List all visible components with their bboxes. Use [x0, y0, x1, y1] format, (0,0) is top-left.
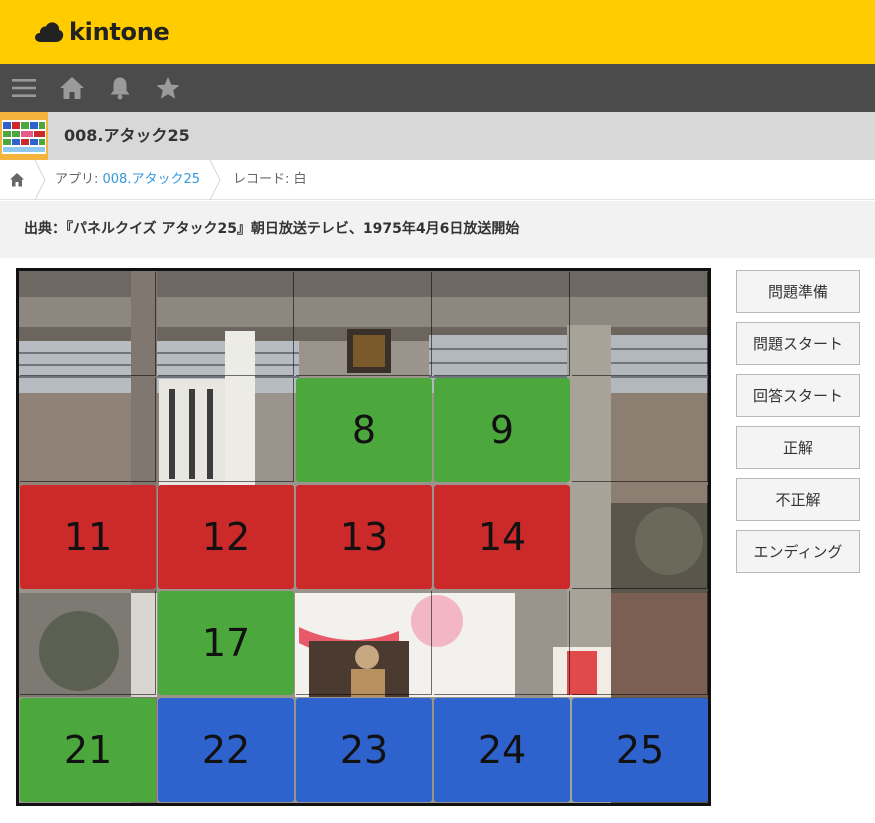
panel-number: 11 [63, 514, 113, 559]
kintone-header: kintone [0, 0, 875, 64]
breadcrumb-app-link[interactable]: 008.アタック25 [103, 172, 201, 187]
menu-icon[interactable] [11, 76, 37, 100]
board-cell-15-open[interactable] [572, 484, 708, 589]
attack25-board: 8 9 11 12 13 14 17 21 22 23 24 25 [16, 268, 711, 806]
board-panel-24[interactable]: 24 [434, 697, 570, 802]
breadcrumb-separator-icon [34, 160, 46, 200]
home-icon[interactable] [59, 76, 85, 100]
panel-number: 24 [477, 727, 527, 772]
app-icon[interactable] [0, 112, 48, 160]
logo-text: kintone [69, 18, 170, 46]
board-cell-19-open[interactable] [434, 591, 570, 696]
cloud-logo-icon [35, 22, 64, 42]
panel-number: 8 [351, 408, 377, 453]
panel-number: 12 [201, 514, 251, 559]
source-text: 出典：『パネルクイズ アタック25』朝日放送テレビ、1975年4月6日放送開始 [24, 221, 520, 237]
prepare-question-button[interactable]: 問題準備 [736, 270, 860, 313]
board-panel-12[interactable]: 12 [158, 484, 294, 589]
panel-number: 9 [489, 408, 515, 453]
board-panel-22[interactable]: 22 [158, 697, 294, 802]
board-cell-10-open[interactable] [572, 378, 708, 483]
kintone-logo[interactable]: kintone [34, 17, 170, 47]
board-cell-6-open[interactable] [20, 378, 156, 483]
panel-number: 23 [339, 727, 389, 772]
breadcrumb-app-label: アプリ: [55, 172, 103, 187]
board-panel-8[interactable]: 8 [296, 378, 432, 483]
board-panel-17[interactable]: 17 [158, 591, 294, 696]
panel-number: 21 [63, 727, 113, 772]
panel-number: 14 [477, 514, 527, 559]
panel-number: 22 [201, 727, 251, 772]
board-panel-23[interactable]: 23 [296, 697, 432, 802]
board-cell-2-open[interactable] [158, 272, 294, 376]
start-answer-button[interactable]: 回答スタート [736, 374, 860, 417]
breadcrumb-record: レコード: 白 [233, 172, 307, 187]
board-panel-25[interactable]: 25 [572, 697, 708, 802]
board-panel-21[interactable]: 21 [20, 697, 156, 802]
incorrect-button[interactable]: 不正解 [736, 478, 860, 521]
panel-number: 13 [339, 514, 389, 559]
board-cell-1-open[interactable] [20, 272, 156, 376]
star-icon[interactable] [155, 76, 181, 100]
board-cell-5-open[interactable] [572, 272, 708, 376]
app-title: 008.アタック25 [64, 126, 190, 145]
breadcrumb-app: アプリ: 008.アタック25 [55, 160, 200, 200]
board-cell-18-open[interactable] [296, 591, 432, 696]
source-bar: 出典：『パネルクイズ アタック25』朝日放送テレビ、1975年4月6日放送開始 [0, 201, 875, 258]
breadcrumb-home-icon[interactable] [9, 172, 25, 188]
correct-button[interactable]: 正解 [736, 426, 860, 469]
board-cell-3-open[interactable] [296, 272, 432, 376]
board-panel-11[interactable]: 11 [20, 484, 156, 589]
global-nav [0, 64, 875, 112]
breadcrumb: アプリ: 008.アタック25 レコード: 白 [0, 160, 875, 200]
board-cell-7-open[interactable] [158, 378, 294, 483]
breadcrumb-separator-icon [209, 160, 221, 200]
board-cell-20-open[interactable] [572, 591, 708, 696]
ending-button[interactable]: エンディング [736, 530, 860, 573]
bell-icon[interactable] [107, 76, 133, 100]
board-cell-16-open[interactable] [20, 591, 156, 696]
panel-number: 17 [201, 621, 251, 666]
panel-number: 25 [615, 727, 665, 772]
board-panel-14[interactable]: 14 [434, 484, 570, 589]
board-panel-9[interactable]: 9 [434, 378, 570, 483]
board-cell-4-open[interactable] [434, 272, 570, 376]
start-question-button[interactable]: 問題スタート [736, 322, 860, 365]
board-panel-13[interactable]: 13 [296, 484, 432, 589]
